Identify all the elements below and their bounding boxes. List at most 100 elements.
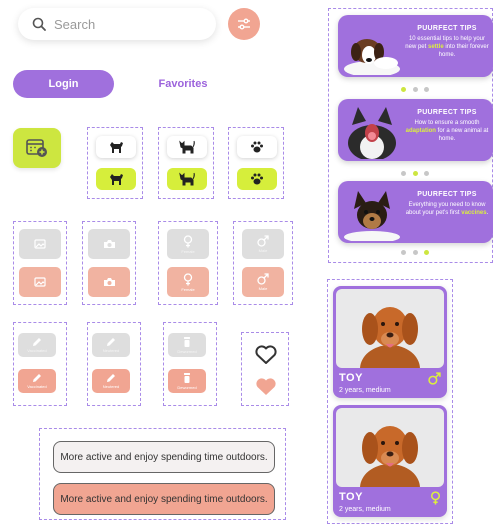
tip-card[interactable]: PUURFECT TIPS How to ensure a smooth ada… bbox=[338, 99, 493, 161]
dot[interactable] bbox=[424, 250, 429, 255]
camera-chip-active[interactable] bbox=[88, 267, 130, 297]
dot[interactable] bbox=[412, 171, 418, 176]
pet-name: TOY bbox=[339, 491, 363, 503]
female-icon bbox=[183, 234, 193, 247]
vaccinated-chip-disabled[interactable]: Vaccinated bbox=[18, 333, 56, 357]
dewormed-toggle-set: Dewormed Dewormed bbox=[163, 322, 217, 406]
dot[interactable] bbox=[412, 87, 418, 92]
pet-photo bbox=[336, 408, 444, 487]
female-label: Female bbox=[181, 248, 195, 254]
dot[interactable] bbox=[424, 171, 429, 176]
cat-toggle-set bbox=[158, 127, 214, 199]
favorites-tab[interactable]: Favorites bbox=[150, 70, 216, 98]
activity-option-selected[interactable]: More active and enjoy spending time outd… bbox=[53, 483, 275, 515]
activity-option-set: More active and enjoy spending time outd… bbox=[39, 428, 286, 520]
search-bar[interactable]: Search bbox=[18, 8, 216, 40]
male-toggle-set: Male Male bbox=[233, 221, 293, 305]
tip-title: PUURFECT TIPS bbox=[417, 109, 477, 116]
neutered-label: Neutered bbox=[102, 348, 120, 353]
neutered-label: Neutered bbox=[102, 384, 120, 389]
syringe-icon bbox=[184, 336, 190, 347]
search-input[interactable]: Search bbox=[54, 17, 95, 32]
image-icon bbox=[34, 239, 46, 249]
pet-card[interactable]: TOY 2 years, medium bbox=[333, 286, 447, 398]
dog-toggle-set bbox=[87, 127, 143, 199]
paw-chip-default[interactable] bbox=[237, 136, 277, 158]
pet-card[interactable]: TOY 2 years, medium bbox=[333, 405, 447, 517]
gallery-chip-disabled[interactable] bbox=[19, 229, 61, 259]
cat-photo bbox=[348, 107, 396, 159]
paw-icon bbox=[251, 173, 263, 185]
dot[interactable] bbox=[401, 87, 406, 92]
paw-chip-selected[interactable] bbox=[237, 168, 277, 190]
cat-chip-selected[interactable] bbox=[167, 168, 207, 190]
calendar-add-icon bbox=[26, 139, 47, 157]
filter-sliders-icon bbox=[238, 18, 250, 30]
male-icon bbox=[428, 372, 441, 385]
pencil-icon bbox=[107, 374, 115, 382]
dot[interactable] bbox=[424, 87, 429, 92]
dog-photo bbox=[344, 39, 400, 75]
dot[interactable] bbox=[401, 250, 406, 255]
male-label: Male bbox=[258, 248, 268, 253]
dog-chip-default[interactable] bbox=[96, 136, 136, 158]
dewormed-chip-disabled[interactable]: Dewormed bbox=[168, 333, 206, 357]
neutered-toggle-set: Neutered Neutered bbox=[87, 322, 141, 406]
cat-icon bbox=[179, 140, 195, 154]
male-icon bbox=[257, 235, 269, 247]
tip-card[interactable]: PUURFECT TIPS 10 essential tips to help … bbox=[338, 15, 493, 77]
login-tab[interactable]: Login bbox=[13, 70, 114, 98]
male-chip-disabled[interactable]: Male bbox=[242, 229, 284, 259]
female-label: Female bbox=[181, 286, 195, 292]
heart-filled-icon[interactable] bbox=[255, 377, 277, 397]
female-icon bbox=[183, 272, 193, 285]
male-icon bbox=[257, 273, 269, 285]
dot[interactable] bbox=[412, 250, 418, 255]
female-chip-disabled[interactable]: Female bbox=[167, 229, 209, 259]
heart-outline-icon[interactable] bbox=[255, 345, 277, 365]
search-icon bbox=[32, 17, 46, 31]
dewormed-label: Dewormed bbox=[177, 348, 197, 354]
add-appointment-button[interactable] bbox=[13, 128, 61, 168]
tip-body: 10 essential tips to help your new pet s… bbox=[405, 36, 489, 58]
dewormed-chip-active[interactable]: Dewormed bbox=[168, 369, 206, 393]
neutered-chip-disabled[interactable]: Neutered bbox=[92, 333, 130, 357]
cat-icon bbox=[179, 172, 195, 186]
pencil-icon bbox=[33, 338, 41, 346]
paw-toggle-set bbox=[228, 127, 284, 199]
vaccinated-toggle-set: Vaccinated Vaccinated bbox=[13, 322, 67, 406]
camera-chip-disabled[interactable] bbox=[88, 229, 130, 259]
puppy-photo bbox=[344, 191, 400, 241]
carousel-dots bbox=[401, 87, 429, 92]
syringe-icon bbox=[184, 372, 190, 383]
camera-icon bbox=[103, 278, 115, 286]
female-toggle-set: Female Female bbox=[158, 221, 218, 305]
gallery-toggle-set bbox=[13, 221, 67, 305]
pet-name: TOY bbox=[339, 372, 363, 384]
dog-chip-selected[interactable] bbox=[96, 168, 136, 190]
vaccinated-label: Vaccinated bbox=[27, 384, 47, 389]
camera-icon bbox=[103, 240, 115, 248]
pet-info: 2 years, medium bbox=[339, 387, 391, 394]
dog-icon bbox=[110, 142, 123, 153]
favorite-toggle-set bbox=[241, 332, 289, 406]
cat-chip-default[interactable] bbox=[167, 136, 207, 158]
tip-title: PUURFECT TIPS bbox=[417, 25, 477, 32]
image-icon bbox=[34, 277, 46, 287]
neutered-chip-active[interactable]: Neutered bbox=[92, 369, 130, 393]
carousel-dots bbox=[401, 171, 429, 176]
vaccinated-chip-active[interactable]: Vaccinated bbox=[18, 369, 56, 393]
tip-body: How to ensure a smooth adaptation for a … bbox=[405, 120, 489, 142]
tip-card[interactable]: PUURFECT TIPS Everything you need to kno… bbox=[338, 181, 493, 243]
filter-button[interactable] bbox=[228, 8, 260, 40]
pet-photo bbox=[336, 289, 444, 368]
vaccinated-label: Vaccinated bbox=[27, 348, 47, 353]
gallery-chip-active[interactable] bbox=[19, 267, 61, 297]
female-chip-active[interactable]: Female bbox=[167, 267, 209, 297]
dot[interactable] bbox=[401, 171, 406, 176]
male-label: Male bbox=[258, 286, 268, 291]
tip-title: PUURFECT TIPS bbox=[417, 191, 477, 198]
activity-option-default[interactable]: More active and enjoy spending time outd… bbox=[53, 441, 275, 473]
dewormed-label: Dewormed bbox=[177, 384, 197, 390]
male-chip-active[interactable]: Male bbox=[242, 267, 284, 297]
